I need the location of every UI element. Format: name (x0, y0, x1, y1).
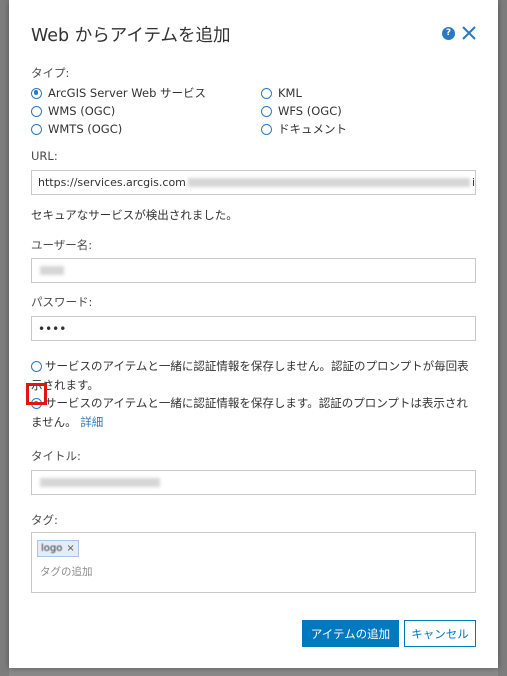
remove-tag-icon[interactable]: × (66, 543, 74, 554)
radio-checked-icon[interactable] (31, 87, 42, 99)
title-input[interactable] (31, 470, 476, 495)
radio-icon[interactable] (31, 105, 42, 117)
add-item-dialog: Web からアイテムを追加 ? タイプ: ArcGIS Server Web サ… (9, 0, 498, 668)
type-option-label: WFS (OGC) (278, 104, 342, 118)
password-value: •••• (38, 321, 67, 336)
details-link[interactable]: 詳細 (80, 415, 103, 429)
username-input[interactable] (31, 258, 476, 283)
tags-placeholder: タグの追加 (40, 566, 93, 578)
radio-icon[interactable] (261, 105, 272, 117)
type-option-arcgis[interactable]: ArcGIS Server Web サービス (31, 85, 206, 101)
help-icon[interactable]: ? (442, 27, 455, 40)
credential-option-store-text: サービスのアイテムと一緒に認証情報を保存します。認証のプロンプトは表示されません… (31, 394, 476, 432)
radio-icon[interactable] (31, 123, 42, 135)
cancel-button[interactable]: キャンセル (404, 620, 476, 647)
radio-icon[interactable] (31, 361, 42, 372)
type-option-label: WMTS (OGC) (48, 122, 123, 136)
url-value-tail: i (471, 176, 475, 189)
close-icon[interactable] (460, 24, 478, 42)
password-label: パスワード: (31, 295, 93, 309)
password-input[interactable]: •••• (31, 316, 476, 341)
type-label: タイプ: (31, 66, 70, 80)
type-option-kml[interactable]: KML (261, 85, 302, 101)
type-option-document[interactable]: ドキュメント (261, 121, 347, 137)
type-option-label: ドキュメント (278, 122, 347, 136)
url-input[interactable]: https://services.arcgis.com i (31, 170, 476, 195)
tag-chip-text: logo (41, 543, 63, 554)
highlight-box (26, 383, 47, 405)
backdrop-right (498, 0, 507, 676)
username-label: ユーザー名: (31, 238, 93, 252)
redacted-username (40, 266, 64, 275)
tag-chip[interactable]: logo × (37, 540, 79, 557)
type-option-wms[interactable]: WMS (OGC) (31, 103, 115, 119)
url-value: https://services.arcgis.com (38, 176, 186, 189)
url-label: URL: (31, 149, 58, 163)
dialog-header: Web からアイテムを追加 ? (9, 0, 498, 60)
radio-icon[interactable] (261, 87, 272, 99)
add-item-button[interactable]: アイテムの追加 (302, 620, 399, 647)
dialog-title: Web からアイテムを追加 (31, 26, 231, 46)
type-option-label: ArcGIS Server Web サービス (48, 86, 207, 100)
backdrop-left (0, 0, 9, 676)
redacted-url-part (187, 178, 470, 187)
credential-option-store[interactable]: サービスのアイテムと一緒に認証情報を保存します。認証のプロンプトは表示されません… (31, 394, 476, 432)
type-option-wmts[interactable]: WMTS (OGC) (31, 121, 122, 137)
credential-option-no-store[interactable]: サービスのアイテムと一緒に認証情報を保存しません。認証のプロンプトが毎回表示され… (31, 357, 476, 395)
title-label: タイトル: (31, 449, 81, 463)
credential-option-no-store-text: サービスのアイテムと一緒に認証情報を保存しません。認証のプロンプトが毎回表示され… (31, 359, 469, 392)
type-option-label: KML (278, 86, 302, 100)
radio-icon[interactable] (261, 123, 272, 135)
tags-input[interactable]: logo × タグの追加 (31, 532, 476, 593)
redacted-title (40, 478, 160, 487)
secure-service-message: セキュアなサービスが検出されました。 (31, 208, 238, 222)
tags-label: タグ: (31, 513, 58, 527)
type-option-wfs[interactable]: WFS (OGC) (261, 103, 342, 119)
type-option-label: WMS (OGC) (48, 104, 116, 118)
